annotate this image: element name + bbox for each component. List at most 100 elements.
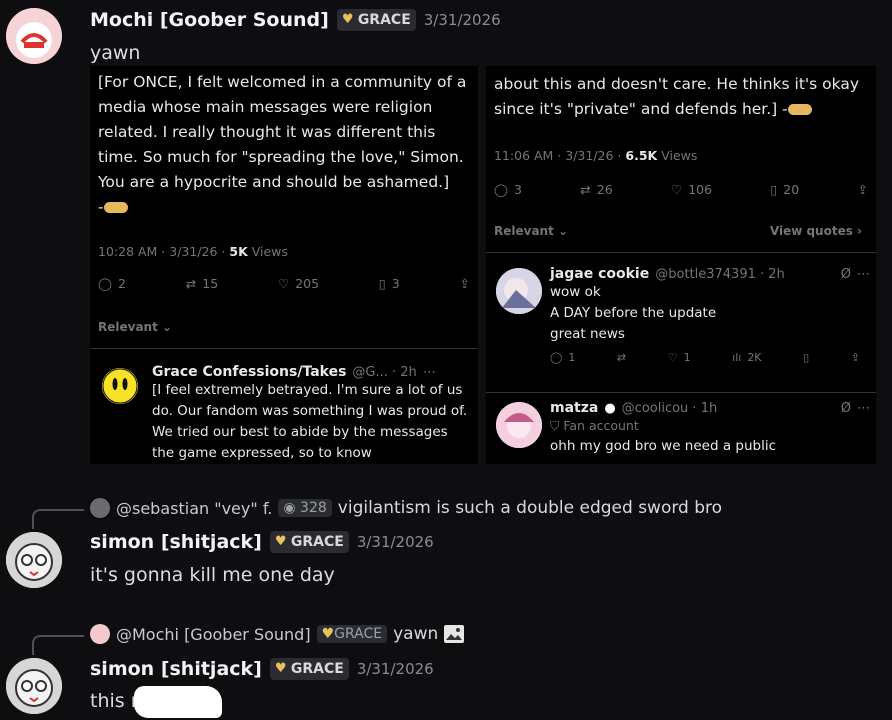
repost-button[interactable]: ⇄ 15 xyxy=(186,276,218,291)
heart-icon: ♥ xyxy=(321,626,335,642)
message-text: this r xyxy=(90,690,139,712)
avatar[interactable] xyxy=(6,8,62,64)
like-button[interactable]: ♡ 1 xyxy=(668,351,691,364)
reply-icon: ◯ xyxy=(494,182,508,197)
share-icon: ⇪ xyxy=(459,276,470,291)
reply-author[interactable]: jagae cookie xyxy=(550,266,649,282)
speech-bubble-icon: ● xyxy=(604,400,616,416)
guild-tag: ♥ GRACE xyxy=(336,9,416,31)
reply-author[interactable]: Grace Confessions/Takes xyxy=(152,364,346,380)
reply-button[interactable]: ◯ 2 xyxy=(98,276,126,291)
share-button[interactable]: ⇪ xyxy=(460,276,470,291)
reply-handle: @G... · 2h xyxy=(352,364,417,380)
like-button[interactable]: ♡ 106 xyxy=(671,182,712,197)
shield-icon: ◉ xyxy=(283,500,296,516)
anime-avatar-icon xyxy=(496,402,542,448)
timestamp: 3/31/2026 xyxy=(356,533,434,551)
views-button[interactable]: ılı 2K xyxy=(732,351,761,364)
reply-ref-avatar[interactable] xyxy=(90,624,110,644)
more-icon[interactable]: ⋯ xyxy=(857,267,870,282)
avatar[interactable] xyxy=(6,532,62,588)
bookmark-button[interactable]: ▯ xyxy=(803,351,809,364)
tweet-meta: 10:28 AM · 3/31/26 · 5K Views xyxy=(98,244,288,259)
heart-outline-icon: ♡ xyxy=(277,276,290,291)
tweet-screenshot-left[interactable]: [For ONCE, I felt welcomed in a communit… xyxy=(90,66,478,464)
reply-ref-avatar[interactable] xyxy=(90,498,110,518)
like-button[interactable]: ♡ 205 xyxy=(278,276,319,291)
reply-ref-author[interactable]: @sebastian "vey" f. xyxy=(116,499,272,518)
tweet-text: [For ONCE, I felt welcomed in a communit… xyxy=(98,73,467,191)
reply-button[interactable]: ◯ 1 xyxy=(550,351,575,364)
repost-icon: ⇄ xyxy=(580,182,591,197)
timestamp: 3/31/2026 xyxy=(423,11,501,29)
tweet-actions: ◯ 2 ⇄ 15 ♡ 205 ▯ 3 ⇪ xyxy=(98,276,470,291)
share-icon: ⇪ xyxy=(850,351,860,364)
repost-button[interactable]: ⇄ xyxy=(617,351,626,364)
tweet-actions: ◯ 3 ⇄ 26 ♡ 106 ▯ 20 ⇪ xyxy=(494,182,868,197)
message-text: yawn xyxy=(90,42,141,64)
bookmark-icon: ▯ xyxy=(803,351,810,364)
post-author[interactable]: simon [shitjack] xyxy=(90,658,262,680)
more-icon[interactable]: ⋯ xyxy=(857,401,870,416)
reply-text: [I feel extremely betrayed. I'm sure a l… xyxy=(152,382,468,461)
reply-handle: @bottle374391 · 2h xyxy=(655,266,785,282)
message-text: it's gonna kill me one day xyxy=(90,564,335,586)
redaction-scribble xyxy=(134,686,222,718)
reply-ref-tag: ◉ 328 xyxy=(278,499,332,517)
reply-ref-tag: ♥GRACE xyxy=(316,625,388,643)
bar-chart-icon: ılı xyxy=(732,351,742,364)
avatar-face-icon xyxy=(6,658,62,714)
view-quotes-link[interactable]: View quotes › xyxy=(770,224,862,238)
sort-relevant[interactable]: Relevant ⌄ xyxy=(98,320,172,334)
reply-avatar[interactable] xyxy=(102,368,138,404)
guild-tag: ♥ GRACE xyxy=(269,531,349,553)
avatar[interactable] xyxy=(6,658,62,714)
heart-outline-icon: ♡ xyxy=(670,182,683,197)
grok-icon[interactable]: Ø xyxy=(841,401,851,416)
grok-icon[interactable]: Ø xyxy=(841,267,851,282)
guild-tag: ♥ GRACE xyxy=(269,658,349,680)
repost-icon: ⇄ xyxy=(185,276,197,291)
heart-icon: ♥ xyxy=(341,12,354,27)
heart-outline-icon: ♡ xyxy=(667,351,678,364)
account-badge: ⛉ Fan account xyxy=(550,418,639,433)
reply-ref-text[interactable]: yawn xyxy=(393,624,438,644)
bookmark-icon: ▯ xyxy=(378,276,386,291)
reply-line: A DAY before the update xyxy=(550,305,717,321)
emoji-icon xyxy=(103,202,128,213)
repost-icon: ⇄ xyxy=(616,351,627,364)
sort-relevant[interactable]: Relevant ⌄ xyxy=(494,224,568,238)
reply-icon: ◯ xyxy=(98,276,112,291)
reply-avatar[interactable] xyxy=(496,268,542,314)
tweet-meta: 11:06 AM · 3/31/26 · 6.5K Views xyxy=(494,148,698,163)
more-icon[interactable]: ⋯ xyxy=(423,365,436,380)
anime-avatar-icon xyxy=(496,268,542,314)
reply-button[interactable]: ◯ 3 xyxy=(494,182,522,197)
avatar-face-icon xyxy=(6,8,62,64)
bookmark-button[interactable]: ▯ 3 xyxy=(379,276,400,291)
smiley-icon xyxy=(102,368,138,404)
heart-icon: ♥ xyxy=(274,534,287,549)
share-icon: ⇪ xyxy=(857,182,868,197)
reply-avatar[interactable] xyxy=(496,402,542,448)
heart-icon: ♥ xyxy=(274,661,287,676)
avatar-face-icon xyxy=(6,532,62,588)
emoji-icon xyxy=(787,104,812,115)
reply-line: wow ok xyxy=(550,284,601,300)
reply-author[interactable]: matza xyxy=(550,400,598,416)
share-button[interactable]: ⇪ xyxy=(851,351,860,364)
reply-ref-text[interactable]: vigilantism is such a double edged sword… xyxy=(338,498,722,518)
reply-text: ohh my god bro we need a public xyxy=(550,438,777,454)
post-author[interactable]: Mochi [Goober Sound] xyxy=(90,9,329,31)
reply-icon: ◯ xyxy=(550,351,563,364)
post-author[interactable]: simon [shitjack] xyxy=(90,531,262,553)
reply-line: great news xyxy=(550,326,625,342)
repost-button[interactable]: ⇄ 26 xyxy=(580,182,612,197)
bookmark-button[interactable]: ▯ 20 xyxy=(770,182,799,197)
reply-ref-author[interactable]: @Mochi [Goober Sound] xyxy=(116,625,311,644)
image-icon xyxy=(444,625,465,643)
bookmark-icon: ▯ xyxy=(770,182,778,197)
share-button[interactable]: ⇪ xyxy=(857,182,867,197)
reply-handle: @coolicou · 1h xyxy=(621,400,718,416)
tweet-screenshot-right[interactable]: about this and doesn't care. He thinks i… xyxy=(486,66,876,464)
